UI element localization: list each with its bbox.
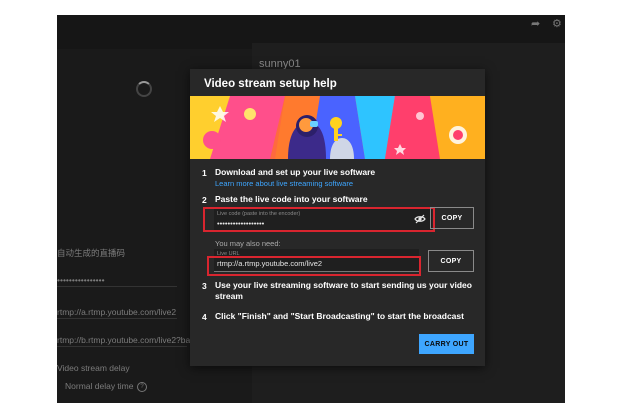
help-icon[interactable]: ? xyxy=(137,382,147,392)
background-divider xyxy=(57,346,187,347)
background-divider xyxy=(57,318,177,319)
step-2-text: Paste the live code into your software xyxy=(215,194,368,204)
background-primary-url: rtmp://a.rtmp.youtube.com/live2 xyxy=(57,307,177,317)
learn-more-link[interactable]: Learn more about live streaming software xyxy=(215,179,353,188)
screenshot-page: ➦ ⚙ sunny01 自动生成的直播码 •••••••••••••••• rt… xyxy=(0,0,643,403)
background-divider xyxy=(57,286,177,287)
step-1-text: Download and set up your live software xyxy=(215,167,376,177)
highlight-box-live-url xyxy=(207,256,421,276)
copy-live-url-button[interactable]: COPY xyxy=(428,250,474,272)
settings-icon[interactable]: ⚙ xyxy=(552,17,562,30)
step-4-number: 4 xyxy=(202,312,207,322)
background-delay-option[interactable]: Normal delay time xyxy=(65,381,134,391)
step-3-number: 3 xyxy=(202,281,207,291)
share-icon[interactable]: ➦ xyxy=(531,17,540,30)
copy-live-code-button[interactable]: COPY xyxy=(430,207,474,229)
step-2-number: 2 xyxy=(202,195,207,205)
stream-setup-help-dialog: Video stream setup help 1 Download and s… xyxy=(190,69,485,366)
also-need-label: You may also need: xyxy=(215,239,281,248)
banner-illustration xyxy=(190,96,485,159)
background-delay-heading: Video stream delay xyxy=(57,363,130,373)
step-1-number: 1 xyxy=(202,168,207,178)
dialog-title: Video stream setup help xyxy=(204,78,337,90)
step-4-text: Click "Finish" and "Start Broadcasting" … xyxy=(215,311,464,321)
step-3-text: Use your live streaming software to star… xyxy=(215,280,472,301)
loading-spinner-icon xyxy=(136,81,152,97)
carry-out-button[interactable]: CARRY OUT xyxy=(419,334,474,354)
highlight-box-live-code xyxy=(203,207,435,232)
background-stream-key-label: 自动生成的直播码 xyxy=(57,248,126,258)
background-stream-key-value: •••••••••••••••• xyxy=(57,275,105,285)
